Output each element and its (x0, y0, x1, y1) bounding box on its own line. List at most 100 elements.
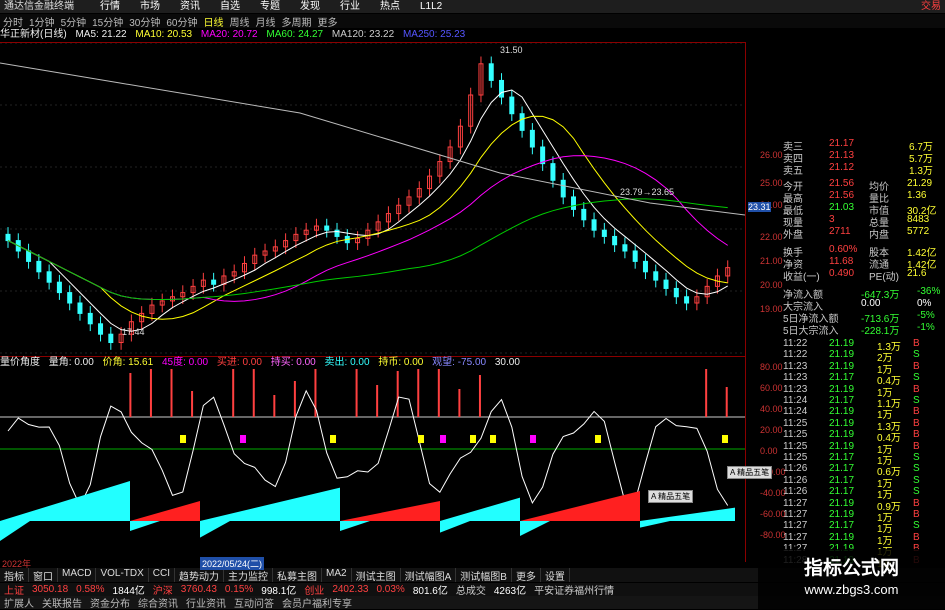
footer-link[interactable]: 关联报告 (38, 595, 86, 610)
indicator-tab[interactable]: 测试幅图B (456, 568, 512, 583)
trade-button[interactable]: 交易 (921, 0, 941, 13)
candle-body (488, 63, 494, 81)
indicator-tab[interactable]: 设置 (541, 568, 570, 583)
footer-link[interactable]: 互动问答 (230, 595, 278, 610)
indicator-tooltip[interactable]: A 精品五笔 (727, 466, 773, 479)
trend-wedge (200, 487, 340, 521)
candle-body (591, 219, 597, 231)
trend-wedge (130, 501, 200, 521)
tick-row: 11:24 21.19 1万 B (781, 406, 941, 421)
quote-value: 0.490 (829, 268, 855, 279)
indicator-tooltip[interactable]: A 精品五笔 (648, 490, 694, 503)
candle-body (684, 296, 690, 304)
footer-link[interactable]: 行业资讯 (182, 595, 230, 610)
indicator-tab[interactable]: 主力监控 (224, 568, 274, 583)
period-tab[interactable]: 更多 (315, 14, 341, 29)
menu-item[interactable]: 热点 (370, 0, 410, 13)
indicator-tab[interactable]: 窗口 (29, 568, 58, 583)
tick-time: 11:23 (783, 372, 808, 384)
quote-label2: PE(动) (869, 272, 899, 283)
quote-row: 外盘 2711 内盘 5772 (781, 226, 941, 241)
menu-item[interactable]: 资讯 (170, 0, 210, 13)
menu-item[interactable]: 发现 (290, 0, 330, 13)
indicator-tab[interactable]: MACD (58, 568, 97, 582)
period-tab[interactable]: 分时 (0, 14, 26, 29)
indicator-tab[interactable]: MA2 (322, 568, 352, 582)
period-tab[interactable]: 1分钟 (26, 14, 58, 29)
tick-side: B (913, 383, 920, 395)
quote-value: 21.17 (829, 138, 855, 149)
quote-value: 3 (829, 214, 835, 225)
volume-angle-bar (355, 369, 358, 417)
menu-item[interactable]: L1L2 (410, 0, 452, 13)
candle-body (77, 302, 83, 314)
indicator-tab[interactable]: 更多 (512, 568, 541, 583)
tick-row: 11:2721.191万B (781, 509, 941, 524)
indicator-chart[interactable] (0, 369, 745, 559)
menu-item[interactable]: 自选 (210, 0, 250, 13)
indicator-tab[interactable]: 指标 (0, 568, 29, 583)
candle-body (601, 229, 607, 237)
period-tab[interactable]: 日线 (201, 14, 227, 29)
indicator-tab[interactable]: 趋势动力 (175, 568, 225, 583)
trend-wedge (340, 501, 440, 521)
period-tab[interactable]: 15分钟 (89, 14, 126, 29)
tick-row: 11:26 21.17 1万 S (781, 474, 941, 490)
ma250-value: MA250: 25.23 (402, 29, 466, 40)
period-tab[interactable]: 多周期 (279, 14, 315, 29)
quote-value2: 21.6 (907, 268, 927, 279)
indicator-tab[interactable]: 测试幅图A (401, 568, 457, 583)
indicator-tab[interactable]: 私募主图 (273, 568, 323, 583)
indicator-tab[interactable]: VOL-TDX (96, 568, 149, 582)
tick-time: 11:24 (783, 406, 808, 418)
ind-item7: 持币: 0.00 (378, 357, 424, 368)
candle-body (509, 96, 515, 115)
ind-item3: 45度: 0.00 (161, 357, 209, 368)
menu-item[interactable]: 市场 (130, 0, 170, 13)
tick-side: S (913, 372, 920, 384)
candle-body (108, 333, 114, 344)
period-tab[interactable]: 30分钟 (126, 14, 163, 29)
tick-price: 21.17 (829, 474, 855, 486)
trend-wedge (640, 521, 670, 528)
tick-side: B (913, 338, 920, 349)
quote-row: 卖三 21.17 6.7万 (781, 138, 941, 153)
period-tab[interactable]: 60分钟 (163, 14, 200, 29)
trend-wedge (340, 521, 370, 531)
period-tab[interactable]: 周线 (227, 14, 253, 29)
tick-time: 11:22 (783, 349, 808, 361)
tick-row: 11:25 21.19 1万 B (781, 441, 941, 456)
footer-link[interactable]: 会员户福利专享 (278, 595, 356, 610)
total-volume-label: 总成交 (455, 586, 486, 597)
volume-angle-bar (191, 391, 194, 417)
period-tab[interactable]: 月线 (253, 14, 279, 29)
tick-side: S (913, 452, 920, 463)
footer-link[interactable]: 综合资讯 (134, 595, 182, 610)
candle-body (550, 163, 556, 181)
price-tick: 20.00 (760, 280, 783, 290)
tick-price: 21.19 (829, 429, 855, 441)
watermark: 指标公式网 www.zbgs3.com (758, 549, 945, 609)
period-tab[interactable]: 5分钟 (58, 14, 90, 29)
footer-link[interactable]: 扩展人 (0, 595, 38, 610)
menu-item[interactable]: 行情 (90, 0, 130, 13)
candlestick-chart[interactable]: 31.50 17.44 23.79→23.65 (0, 42, 745, 355)
volume-angle-bar (376, 385, 379, 417)
quote-label: 卖五 (783, 166, 803, 177)
menu-item[interactable]: 行业 (330, 0, 370, 13)
ma10-line (7, 115, 728, 320)
footer-link[interactable]: 资金分布 (86, 595, 134, 610)
volume-angle-bar (170, 369, 173, 417)
menu-item[interactable]: 专题 (250, 0, 290, 13)
quote-label2: 内盘 (869, 230, 889, 241)
price-tick: 21.00 (760, 256, 783, 266)
volume-angle-bar (437, 369, 440, 417)
tick-time: 11:26 (783, 474, 808, 486)
candle-body (56, 281, 62, 294)
indicator-tab[interactable]: CCI (149, 568, 176, 582)
indicator-tab[interactable]: 测试主图 (352, 568, 401, 583)
tick-side: B (913, 497, 920, 509)
tick-time: 11:25 (783, 429, 808, 441)
tick-price: 21.17 (829, 372, 855, 384)
tick-side: B (913, 360, 920, 372)
